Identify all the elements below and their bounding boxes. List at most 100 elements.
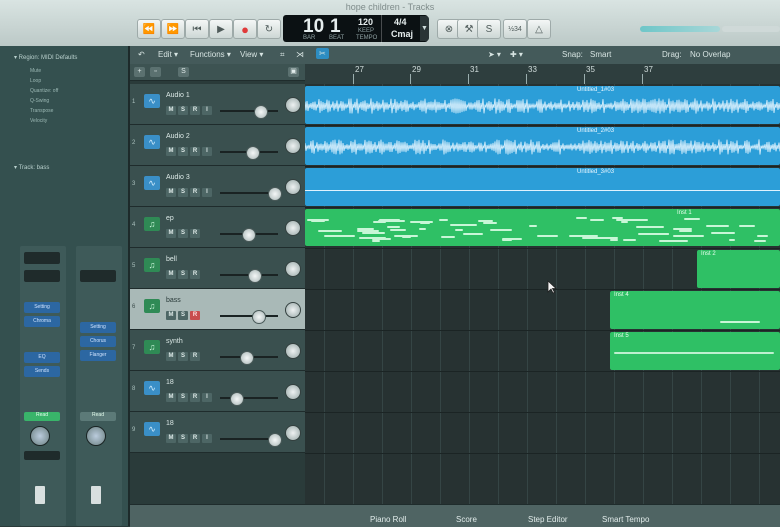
record-enable-button[interactable]: R xyxy=(190,229,200,238)
volume-slider-knob[interactable] xyxy=(230,392,244,406)
functions-menu[interactable]: Functions ▾ xyxy=(190,50,231,59)
inspector-row-swing[interactable]: Q-Swing xyxy=(30,98,49,104)
track-name[interactable]: 18 xyxy=(166,420,174,427)
solo-button[interactable]: S xyxy=(178,229,188,238)
track-name[interactable]: synth xyxy=(166,338,183,345)
inspector-row-transpose[interactable]: Transpose xyxy=(30,108,53,114)
solo-button[interactable]: S xyxy=(178,311,188,320)
strip-volume-fader[interactable] xyxy=(35,486,45,504)
output-plugin-2[interactable]: Chorus xyxy=(80,336,116,347)
track-row[interactable]: 5 ♫ bell M S R xyxy=(130,248,305,289)
pan-knob[interactable] xyxy=(285,179,301,195)
mute-button[interactable]: M xyxy=(166,270,176,279)
midi-region[interactable]: Inst 1 xyxy=(305,209,780,246)
lcd-display[interactable]: 10 1 BAR BEAT 120 KEEP TEMPO 4/4 Cmaj xyxy=(283,15,428,42)
add-track-button[interactable]: + xyxy=(134,67,145,77)
strip-send-2[interactable]: Sends xyxy=(24,366,60,377)
duplicate-track-icon[interactable]: ▫ xyxy=(150,67,161,77)
record-enable-button[interactable]: R xyxy=(190,393,200,402)
region-inspector-header[interactable]: ▾ Region: MIDI Defaults xyxy=(14,54,77,61)
catch-playhead-icon[interactable]: ⌗ xyxy=(280,50,285,60)
midi-region[interactable]: Inst 5 xyxy=(610,332,780,370)
mute-button[interactable]: M xyxy=(166,393,176,402)
solo-button[interactable]: S xyxy=(178,188,188,197)
output-automation-read[interactable]: Read xyxy=(80,412,116,421)
audio-region[interactable]: Untitled_3#03 xyxy=(305,168,780,206)
track-row[interactable]: 3 ∿ Audio 3 M S R I xyxy=(130,166,305,207)
track-row[interactable]: 2 ∿ Audio 2 M S R I xyxy=(130,125,305,166)
midi-region[interactable]: Inst 4 xyxy=(610,291,780,329)
record-enable-button[interactable]: R xyxy=(190,434,200,443)
mute-button[interactable]: M xyxy=(166,106,176,115)
track-name[interactable]: 18 xyxy=(166,379,174,386)
track-inspector-header[interactable]: ▾ Track: bass xyxy=(14,164,49,171)
pan-knob[interactable] xyxy=(285,261,301,277)
inspector-row-mute[interactable]: Mute xyxy=(30,68,41,74)
track-row[interactable]: 4 ♫ ep M S R xyxy=(130,207,305,248)
output-pan-knob[interactable] xyxy=(86,426,106,446)
pan-knob[interactable] xyxy=(285,425,301,441)
master-level-meter[interactable] xyxy=(640,26,720,32)
mute-button[interactable]: M xyxy=(166,229,176,238)
solo-button[interactable]: S xyxy=(178,106,188,115)
count-in-button[interactable]: ½34 xyxy=(503,19,527,39)
input-monitor-button[interactable]: I xyxy=(202,188,212,197)
solo-button[interactable]: S xyxy=(178,147,188,156)
rewind-button[interactable]: ⏪ xyxy=(137,19,161,39)
track-row[interactable]: 7 ♫ synth M S R xyxy=(130,330,305,371)
pan-knob[interactable] xyxy=(285,302,301,318)
pan-knob[interactable] xyxy=(285,220,301,236)
track-name[interactable]: bell xyxy=(166,256,177,263)
metronome-button[interactable]: △ xyxy=(527,19,551,39)
record-enable-button[interactable]: R xyxy=(190,188,200,197)
mute-button[interactable]: M xyxy=(166,147,176,156)
record-enable-button[interactable]: R xyxy=(190,106,200,115)
output-eq-slot[interactable] xyxy=(80,270,116,282)
back-icon[interactable]: ↶ xyxy=(138,50,145,59)
strip-pan-knob[interactable] xyxy=(30,426,50,446)
volume-slider-knob[interactable] xyxy=(268,187,282,201)
cycle-button[interactable]: ↻ xyxy=(257,19,281,39)
strip-plugin-2[interactable]: Chroma xyxy=(24,316,60,327)
secondary-tool-icon[interactable]: ✚ ▾ xyxy=(510,50,523,59)
tab-score[interactable]: Score xyxy=(456,515,477,524)
scissor-icon[interactable]: ✂ xyxy=(316,48,329,59)
track-row[interactable]: 1 ∿ Audio 1 M S R I xyxy=(130,84,305,125)
flex-icon[interactable]: ⋊ xyxy=(296,50,304,59)
mute-button[interactable]: M xyxy=(166,188,176,197)
mute-button[interactable]: M xyxy=(166,311,176,320)
strip-plugin-1[interactable]: Setting xyxy=(24,302,60,313)
solo-mode-button[interactable]: S xyxy=(477,19,501,39)
record-enable-button[interactable]: R xyxy=(190,270,200,279)
output-plugin-3[interactable]: Flanger xyxy=(80,350,116,361)
drag-value-select[interactable]: No Overlap xyxy=(690,50,730,59)
global-solo-button[interactable]: S xyxy=(178,67,189,77)
volume-slider-knob[interactable] xyxy=(246,146,260,160)
audio-region[interactable]: Untitled_2#03 xyxy=(305,127,780,165)
pan-knob[interactable] xyxy=(285,343,301,359)
pointer-tool-icon[interactable]: ➤ ▾ xyxy=(488,50,501,59)
strip-automation-read[interactable]: Read xyxy=(24,412,60,421)
volume-slider-knob[interactable] xyxy=(252,310,266,324)
solo-button[interactable]: S xyxy=(178,393,188,402)
inspector-row-loop[interactable]: Loop xyxy=(30,78,41,84)
track-row-selected[interactable]: 6 ♫ bass M S R xyxy=(130,289,305,330)
tab-piano-roll[interactable]: Piano Roll xyxy=(370,515,406,524)
track-name[interactable]: ep xyxy=(166,215,174,222)
volume-slider-track[interactable] xyxy=(220,110,278,112)
snap-value-select[interactable]: Smart xyxy=(590,50,611,59)
master-volume-slider[interactable] xyxy=(722,26,780,32)
strip-eq-slot[interactable] xyxy=(24,270,60,282)
track-row[interactable]: 8 ∿ 18 M S R I xyxy=(130,371,305,412)
track-name[interactable]: bass xyxy=(166,297,181,304)
arrange-area[interactable]: Untitled_1#03 Untitled_2#03 Untitled_3#0… xyxy=(305,84,780,504)
strip-setting-slot[interactable] xyxy=(24,252,60,264)
strip-send-1[interactable]: EQ xyxy=(24,352,60,363)
solo-button[interactable]: S xyxy=(178,352,188,361)
lcd-menu-button[interactable]: ▼ xyxy=(420,16,429,41)
inspector-row-quantize[interactable]: Quantize: off xyxy=(30,88,58,94)
mute-button[interactable]: M xyxy=(166,434,176,443)
tab-smart-tempo[interactable]: Smart Tempo xyxy=(602,515,649,524)
input-monitor-button[interactable]: I xyxy=(202,147,212,156)
edit-menu[interactable]: Edit ▾ xyxy=(158,50,178,59)
